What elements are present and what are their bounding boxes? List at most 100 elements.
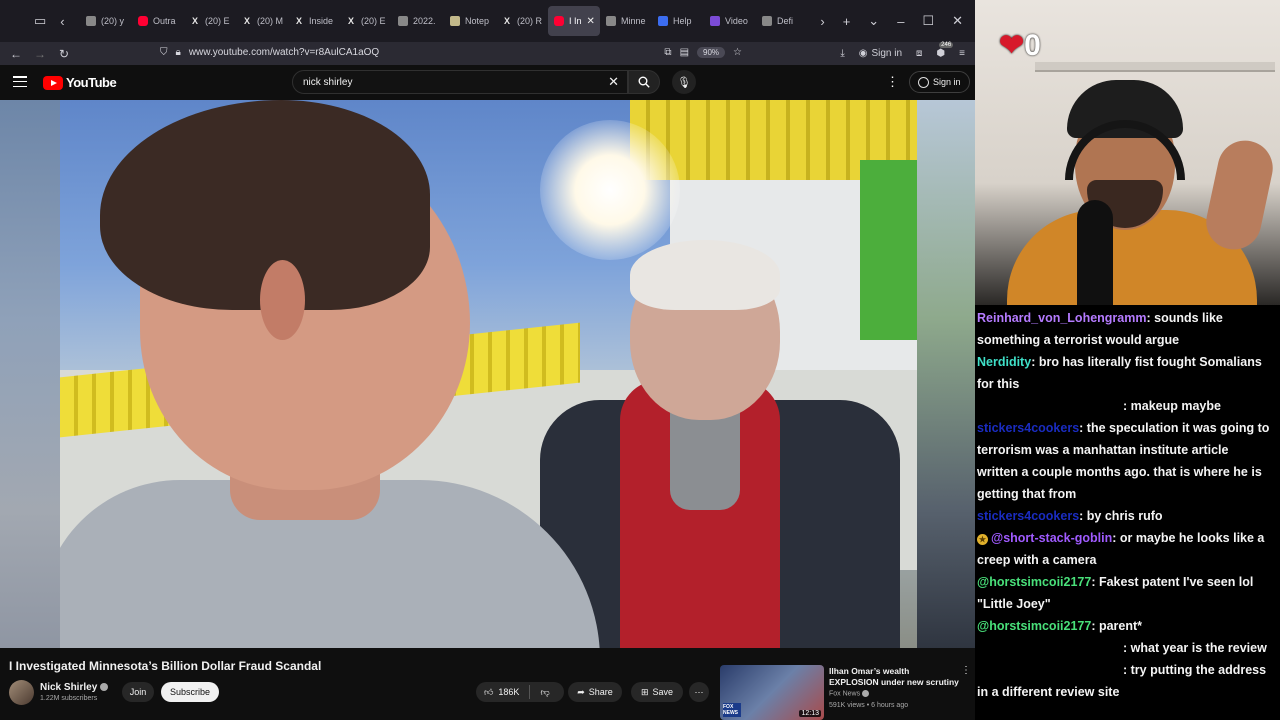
chat-text: : by chris rufo [1079,509,1163,523]
heart-counter: ❤0 [999,28,1041,63]
minimize-icon[interactable]: – [897,14,904,29]
more-actions-icon[interactable]: ⋯ [689,682,709,702]
tab-favicon-icon: X [503,16,510,26]
forward-icon[interactable]: → [28,47,52,61]
chat-username[interactable]: Nerdidity [977,355,1031,369]
verified-icon [862,690,870,697]
hamburger-menu-icon[interactable] [13,76,27,87]
tab-label: Inside [309,16,334,26]
reader-view-icon[interactable]: ▤ [680,47,689,58]
save-button[interactable]: ⊞ Save [631,682,683,702]
voice-search-button[interactable]: 🎙︎ [672,70,696,94]
clear-search-icon[interactable]: ✕ [608,74,619,90]
chat-message: stickers4cookers: the speculation it was… [977,417,1272,505]
settings-kebab-icon[interactable]: ⋮ [886,74,899,90]
subscribe-button[interactable]: Subscribe [161,682,219,702]
tabs: (20) y Outra X (20) E X (20) M X Inside X (20) E 2… [80,0,808,42]
browser-tab[interactable]: Defi [756,6,808,36]
picture-in-picture-icon[interactable]: ⧉ [664,47,671,58]
chat-username[interactable]: @horstsimcoii2177 [977,619,1091,633]
thumbs-down-icon[interactable]: 👎︎ [540,687,549,698]
chat-username[interactable]: stickers4cookers [977,509,1079,523]
join-button[interactable]: Join [122,682,154,702]
tab-scroll-right-icon[interactable]: › [820,14,824,29]
tab-label: Outra [153,16,176,26]
youtube-logo[interactable]: YouTube [43,75,117,90]
browser-tab[interactable]: X (20) M [236,6,288,36]
recommended-channel[interactable]: Fox News [829,690,870,697]
zoom-level[interactable]: 90% [697,47,726,58]
close-window-icon[interactable]: ✕ [952,13,963,29]
chat-username[interactable]: Reinhard_von_Lohengramm [977,311,1146,325]
recommended-video[interactable]: FOX NEWS 12:13 Ilhan Omar’s wealth EXPLO… [720,665,975,720]
older-man-figure [540,240,917,648]
verified-icon [100,683,109,692]
browser-tab[interactable]: 2022. [392,6,444,36]
tracking-shield-icon[interactable]: ⛉ [160,47,168,58]
recommended-thumbnail[interactable]: FOX NEWS 12:13 [720,665,824,720]
extension-badge-icon[interactable]: ⬢ 246 [936,42,954,59]
extensions-icon[interactable]: ⧈ [916,48,922,59]
tab-label: (20) E [361,16,386,26]
search-query[interactable]: nick shirley [303,77,352,88]
browser-tab[interactable]: X Inside [288,6,340,36]
recommended-title[interactable]: Ilhan Omar’s wealth EXPLOSION under new … [829,666,959,688]
recommended-meta: 591K views • 6 hours ago [829,702,909,709]
video-player[interactable] [0,100,975,648]
close-tab-icon[interactable]: ✕ [587,16,595,27]
app-menu-icon[interactable]: ≡ [959,48,965,59]
tab-overview-icon[interactable]: ▭ [34,13,46,29]
browser-tab[interactable]: Outra [132,6,184,36]
browser-tab[interactable]: Minne [600,6,652,36]
video-info: I Investigated Minnesota’s Billion Dolla… [0,648,975,720]
chat-username[interactable]: stickers4cookers [977,421,1079,435]
bookmark-icon: ⊞ [640,686,649,697]
search-input[interactable]: nick shirley ✕ [292,70,628,94]
channel-avatar[interactable] [9,680,34,705]
browser-tab[interactable]: X (20) E [184,6,236,36]
tab-favicon-icon [554,16,564,26]
reload-icon[interactable]: ↻ [52,47,76,61]
browser-tab[interactable]: (20) y [80,6,132,36]
tab-list-chevron-icon[interactable]: ⌄ [868,13,879,29]
address-bar[interactable]: ⛉ 🔒︎ www.youtube.com/watch?v=r8AulCA1aOQ… [152,42,742,63]
maximize-icon[interactable]: ☐ [922,13,934,29]
tab-label: Video [725,16,748,26]
channel-name-link[interactable]: Nick Shirley [40,682,109,693]
stream-overlay: ❤0 Reinhard_von_Lohengramm: sounds like … [975,0,1280,720]
browser-tab[interactable]: Help [652,6,704,36]
share-button[interactable]: ➦ Share [568,682,622,702]
browser-tab[interactable]: Notep [444,6,496,36]
bookmark-star-icon[interactable]: ☆ [733,47,742,58]
browser-tab[interactable]: X (20) E [340,6,392,36]
tab-label: (20) y [101,16,125,26]
tab-favicon-icon [606,16,616,26]
browser-tab[interactable]: X (20) R [496,6,548,36]
tab-scroll-left-icon[interactable]: ‹ [60,14,64,29]
browser-tab[interactable]: Video [704,6,756,36]
tab-label: 2022. [413,16,436,26]
tab-favicon-icon [398,16,408,26]
chat-message: Nerdidity: bro has literally fist fought… [977,351,1272,395]
new-tab-icon[interactable]: + [843,14,851,29]
url-text[interactable]: www.youtube.com/watch?v=r8AulCA1aOQ [189,47,379,58]
subscriber-count: 1.22M subscribers [40,695,98,702]
back-icon[interactable]: ← [4,47,28,61]
chat-username[interactable]: @short-stack-goblin [991,531,1112,545]
search-button[interactable] [628,70,660,94]
chat-message: stickers4cookers: by chris rufo [977,505,1272,527]
downloads-icon[interactable]: ⤓ [840,48,844,59]
browser-tab[interactable]: I In ✕ [548,6,600,36]
account-button[interactable]: ◉ Sign in [859,48,902,59]
share-label: Share [588,687,613,697]
youtube-sign-in-button[interactable]: Sign in [909,71,970,93]
tab-label: Defi [777,16,794,26]
recommended-menu-icon[interactable]: ⋮ [961,665,971,676]
chat-username[interactable]: @horstsimcoii2177 [977,575,1091,589]
tab-label: Help [673,16,692,26]
tab-label: I In [569,16,582,26]
tab-bar: ▭ ‹ (20) y Outra X (20) E X (20) M X Inside X (20… [0,0,975,42]
tab-label: Minne [621,16,646,26]
tab-label: Notep [465,16,490,26]
like-button[interactable]: 👍︎ 186K [484,687,519,698]
